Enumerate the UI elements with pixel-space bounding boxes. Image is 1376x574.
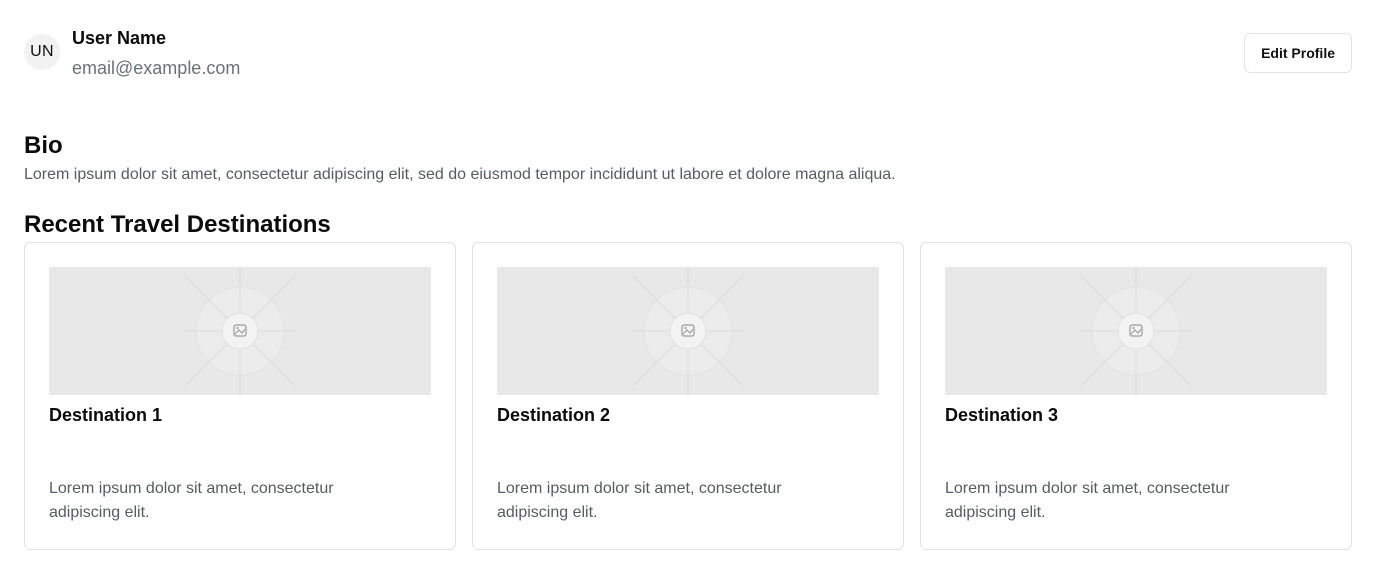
destination-image xyxy=(497,267,879,395)
user-name: User Name xyxy=(72,28,167,48)
destination-title: Destination 2 xyxy=(497,405,611,425)
user-email: email@example.com xyxy=(72,58,241,78)
image-placeholder-icon xyxy=(632,267,744,395)
destination-card[interactable]: Destination 2 Lorem ipsum dolor sit amet… xyxy=(472,242,904,550)
image-placeholder-icon xyxy=(184,267,296,395)
destinations-heading: Recent Travel Destinations xyxy=(24,211,331,238)
bio-heading: Bio xyxy=(24,132,63,159)
destination-card[interactable]: Destination 1 Lorem ipsum dolor sit amet… xyxy=(24,242,456,550)
destination-title: Destination 1 xyxy=(49,405,163,425)
destination-title: Destination 3 xyxy=(945,405,1059,425)
destination-card[interactable]: Destination 3 Lorem ipsum dolor sit amet… xyxy=(920,242,1352,550)
edit-profile-button[interactable]: Edit Profile xyxy=(1244,33,1352,73)
destination-description: Lorem ipsum dolor sit amet, consectetur … xyxy=(945,480,1230,521)
profile-header: UN User Name email@example.com Edit Prof… xyxy=(24,24,1352,84)
avatar: UN xyxy=(24,34,60,70)
destination-description: Lorem ipsum dolor sit amet, consectetur … xyxy=(49,480,334,521)
profile-page: UN User Name email@example.com Edit Prof… xyxy=(0,0,1376,574)
destination-description: Lorem ipsum dolor sit amet, consectetur … xyxy=(497,480,782,521)
destination-cards: Destination 1 Lorem ipsum dolor sit amet… xyxy=(24,242,1352,550)
image-placeholder-icon xyxy=(1080,267,1192,395)
user-info: User Name email@example.com xyxy=(72,24,240,82)
bio-text: Lorem ipsum dolor sit amet, consectetur … xyxy=(24,166,896,183)
destination-image xyxy=(945,267,1327,395)
destination-image xyxy=(49,267,431,395)
user-identity: UN User Name email@example.com xyxy=(24,24,240,82)
